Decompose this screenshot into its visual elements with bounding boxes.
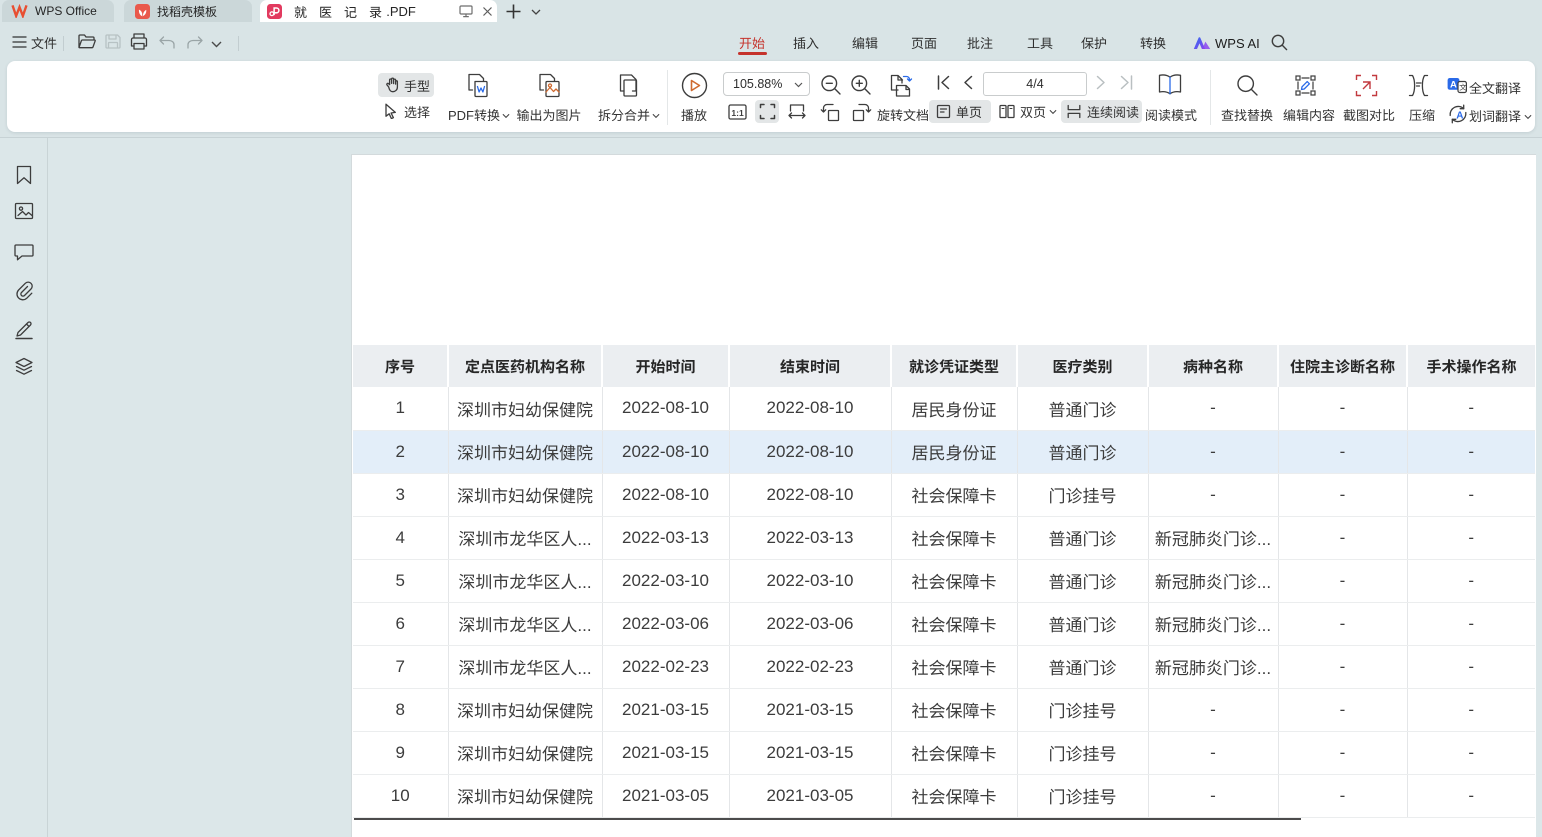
svg-text:A: A [1456,111,1463,122]
svg-text:1:1: 1:1 [731,108,744,118]
svg-text:A: A [1450,80,1457,91]
svg-text:文: 文 [1459,82,1467,93]
